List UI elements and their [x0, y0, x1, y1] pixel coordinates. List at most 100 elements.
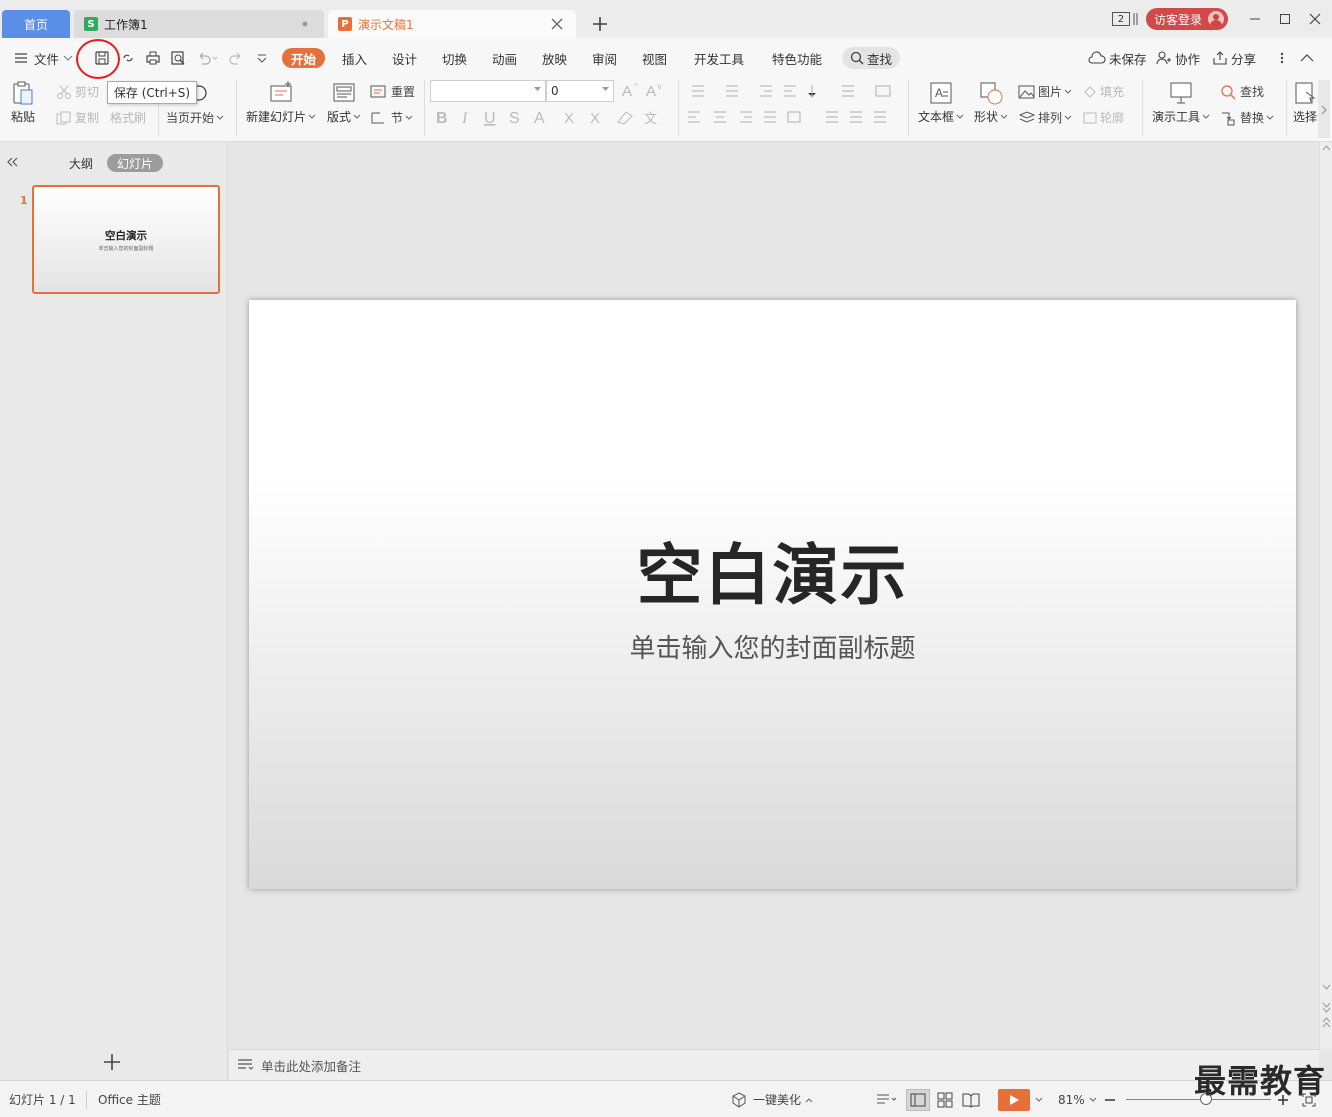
tab-presentation[interactable]: P 演示文稿1	[328, 10, 576, 38]
slide-subtitle[interactable]: 单击输入您的封面副标题	[629, 628, 915, 665]
font-family-select[interactable]	[430, 80, 546, 102]
print-preview-button[interactable]	[170, 44, 186, 72]
unsaved-label: 未保存	[1109, 51, 1147, 67]
slide-canvas[interactable]: 空白演示 单击输入您的封面副标题	[249, 300, 1296, 889]
chevron-down-icon	[257, 54, 267, 63]
slide-title[interactable]: 空白演示	[637, 522, 909, 618]
divider	[1286, 80, 1287, 136]
tab-review[interactable]: 审阅	[592, 44, 617, 72]
close-window-button[interactable]	[1300, 0, 1330, 38]
status-bar: 幻灯片 1 / 1 Office 主题 一键美化 81%	[0, 1080, 1332, 1117]
normal-view-button[interactable]	[906, 1081, 930, 1117]
from-current-button[interactable]: 当页开始	[166, 109, 224, 126]
file-menu-label: 文件	[34, 51, 60, 67]
new-tab-button[interactable]	[588, 12, 612, 36]
font-size-value: 0	[551, 84, 559, 98]
collab-button[interactable]: 协作	[1156, 44, 1200, 72]
search-label: 查找	[867, 51, 893, 67]
title-bar: 首页 S 工作簿1 P 演示文稿1 2 访客登录	[0, 0, 1332, 38]
presentation-icon: P	[338, 17, 352, 31]
tab-slides[interactable]: 幻灯片	[107, 154, 164, 172]
picture-button[interactable]: 图片	[1018, 83, 1072, 100]
notes-area[interactable]: 单击此处添加备注	[229, 1049, 1319, 1080]
beautify-button[interactable]: 一键美化	[731, 1081, 813, 1117]
svg-text:X: X	[590, 110, 600, 127]
zoom-out-button[interactable]	[1104, 1081, 1116, 1117]
copy-button[interactable]: 复制	[56, 109, 99, 126]
tab-home[interactable]: 首页	[2, 10, 70, 38]
cut-button[interactable]: 剪切	[56, 83, 99, 100]
tab-label: 特色功能	[772, 51, 823, 67]
share-button[interactable]: 分享	[1212, 44, 1256, 72]
reset-label: 重置	[391, 85, 416, 99]
theme-name[interactable]: Office 主题	[98, 1081, 161, 1117]
section-button[interactable]: 节	[370, 109, 413, 126]
outline-button[interactable]: 轮廓	[1082, 109, 1124, 126]
format-painter-button[interactable]: 格式刷	[110, 109, 146, 126]
unsaved-dot-icon[interactable]	[298, 17, 312, 31]
maximize-button[interactable]	[1270, 0, 1300, 38]
login-button[interactable]: 访客登录	[1145, 8, 1228, 30]
tab-workbook[interactable]: S 工作簿1	[74, 10, 324, 38]
font-size-select[interactable]: 0	[546, 80, 614, 102]
collab-icon	[1156, 51, 1171, 65]
fill-label: 填充	[1100, 85, 1125, 99]
collapse-ribbon-button[interactable]	[1300, 44, 1314, 72]
slide-count: 幻灯片 1 / 1	[9, 1081, 76, 1117]
play-slideshow-button[interactable]	[998, 1081, 1044, 1117]
redo-button[interactable]	[228, 44, 244, 72]
plus-icon	[104, 1054, 120, 1070]
collab-label: 协作	[1175, 51, 1201, 67]
tab-design[interactable]: 设计	[392, 44, 417, 72]
chevron-down-icon	[1266, 115, 1274, 120]
tab-special[interactable]: 特色功能	[772, 44, 822, 72]
shape-button[interactable]: 形状	[974, 80, 1008, 125]
workspace-icon[interactable]: 2	[1111, 12, 1130, 26]
tab-slideshow[interactable]: 放映	[542, 44, 567, 72]
reading-view-button[interactable]	[962, 1081, 980, 1117]
font-grow-icon[interactable]: A ^ Av	[622, 82, 666, 100]
find-button[interactable]: 查找	[1220, 83, 1264, 100]
reset-button[interactable]: 重置	[370, 83, 415, 100]
arrange-button[interactable]: 排列	[1018, 109, 1072, 126]
minimize-button[interactable]	[1240, 0, 1270, 38]
tab-outline[interactable]: 大纲	[69, 154, 93, 172]
slide-thumbnail[interactable]: 空白演示 单击输入您的封面副标题	[32, 185, 220, 294]
paste-button[interactable]: 粘贴	[10, 80, 36, 125]
workspace-bar-icon	[1133, 13, 1138, 25]
sorter-view-button[interactable]	[937, 1081, 953, 1117]
tab-developer[interactable]: 开发工具	[694, 44, 744, 72]
undo-button[interactable]	[196, 44, 218, 72]
select-button[interactable]: 选择	[1292, 80, 1318, 125]
file-menu[interactable]: 文件	[14, 44, 73, 72]
more-button[interactable]	[1278, 44, 1286, 72]
layout-button[interactable]: 版式	[327, 80, 361, 125]
text-box-button[interactable]: A 文本框	[918, 80, 964, 125]
layout-icon	[333, 83, 355, 102]
tab-insert[interactable]: 插入	[342, 44, 367, 72]
add-slide-button[interactable]	[102, 1052, 122, 1072]
customize-toolbar-button[interactable]	[255, 44, 269, 72]
unsaved-status[interactable]: 未保存	[1088, 44, 1147, 72]
notes-toggle-button[interactable]	[876, 1081, 898, 1117]
search-button[interactable]: 查找	[842, 47, 901, 69]
tab-view[interactable]: 视图	[642, 44, 667, 72]
collapse-panel-button[interactable]	[5, 155, 19, 169]
svg-text:X: X	[564, 110, 574, 127]
present-tools-button[interactable]: 演示工具	[1152, 80, 1210, 125]
vertical-scrollbar[interactable]	[1319, 142, 1332, 1049]
zoom-select[interactable]: 81%	[1058, 1081, 1098, 1117]
close-tab-icon[interactable]	[550, 17, 564, 31]
new-slide-button[interactable]: 新建幻灯片	[246, 80, 316, 125]
print-button[interactable]	[145, 44, 161, 72]
chevron-down-icon	[1064, 89, 1072, 94]
chevron-right-icon	[1321, 105, 1327, 115]
tab-animation[interactable]: 动画	[492, 44, 517, 72]
replace-button[interactable]: 替换	[1220, 109, 1274, 126]
tab-transition[interactable]: 切换	[442, 44, 467, 72]
export-button[interactable]	[120, 44, 136, 72]
text-box-label: 文本框	[918, 110, 955, 124]
fill-button[interactable]: 填充	[1082, 83, 1124, 100]
tab-home-ribbon[interactable]: 开始	[282, 48, 326, 68]
ribbon-scroll-right[interactable]	[1318, 80, 1330, 138]
